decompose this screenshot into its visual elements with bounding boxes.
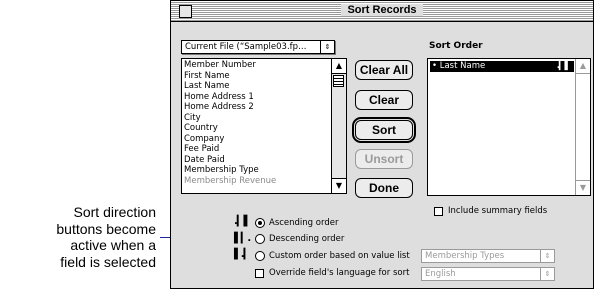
sort-button[interactable]: Sort — [352, 117, 416, 143]
list-item[interactable]: Country — [184, 123, 330, 134]
override-language-label: Override field's language for sort — [269, 268, 410, 278]
descending-label: Descending order — [269, 234, 345, 244]
popup-arrows-icon: ⇕ — [540, 268, 554, 280]
callout-line-1: Sort direction — [73, 204, 156, 220]
sort-records-dialog: Sort Records Current File (“Sample03.fp…… — [170, 0, 594, 289]
custom-order-label: Custom order based on value list — [269, 251, 410, 261]
scroll-up-icon: ▲ — [576, 59, 590, 74]
popup-arrows-icon: ⇕ — [540, 250, 554, 262]
scroll-down-icon[interactable]: ▼ — [332, 178, 346, 193]
list-item[interactable]: Home Address 1 — [184, 92, 330, 103]
scroll-thumb[interactable] — [333, 75, 344, 87]
unsort-button[interactable]: Unsort — [355, 149, 413, 169]
value-list-popup-value: Membership Types — [425, 251, 505, 261]
title-bar[interactable]: Sort Records — [171, 1, 593, 22]
language-popup[interactable]: English ⇕ — [421, 267, 555, 281]
callout-line-2: buttons become — [56, 220, 156, 237]
sort-order-heading: Sort Order — [429, 41, 483, 51]
file-popup[interactable]: Current File (“Sample03.fp… ⇕ — [181, 40, 335, 54]
callout-line-4: field is selected — [60, 253, 156, 270]
callout-text: Sort direction buttons become active whe… — [0, 204, 156, 270]
list-item[interactable]: Home Address 2 — [184, 102, 330, 113]
include-summary-checkbox[interactable] — [434, 207, 443, 216]
value-list-popup[interactable]: Membership Types ⇕ — [421, 249, 555, 263]
list-item[interactable]: Membership Revenue — [184, 176, 330, 187]
scroll-up-icon[interactable]: ▲ — [332, 59, 346, 74]
scroll-down-icon: ▼ — [576, 180, 590, 195]
language-popup-value: English — [425, 269, 456, 279]
list-item[interactable]: City — [184, 113, 330, 124]
list-item[interactable]: First Name — [184, 71, 330, 82]
field-list[interactable]: Member Number First Name Last Name Home … — [181, 58, 347, 194]
descending-radio[interactable] — [255, 234, 265, 244]
clear-button[interactable]: Clear — [355, 90, 413, 110]
list-item[interactable]: Fee Paid — [184, 144, 330, 155]
ascending-icon: .▎▌ — [234, 216, 251, 227]
callout-line-3: active when a — [70, 237, 156, 253]
clear-all-button[interactable]: Clear All — [355, 60, 413, 80]
sort-row-label: Last Name — [439, 61, 486, 71]
custom-order-radio[interactable] — [255, 251, 265, 261]
sort-order-list[interactable]: • Last Name .▎▌ ▲ ▼ — [427, 58, 591, 196]
include-summary-label: Include summary fields — [448, 206, 548, 216]
list-item[interactable]: Member Number — [184, 60, 330, 71]
sort-order-scrollbar: ▲ ▼ — [575, 59, 590, 195]
popup-arrows-icon: ⇕ — [320, 41, 334, 53]
sort-order-row[interactable]: • Last Name .▎▌ — [430, 61, 574, 72]
descending-icon: ▌▎. — [234, 233, 251, 244]
custom-order-icon: ▌.▎ — [234, 249, 251, 260]
file-popup-value: Current File (“Sample03.fp… — [185, 42, 307, 52]
ascending-direction-icon: .▎▌ — [556, 61, 571, 71]
done-button[interactable]: Done — [355, 178, 413, 198]
list-item[interactable]: Company — [184, 134, 330, 145]
list-item[interactable]: Membership Type — [184, 165, 330, 176]
sort-row-bullet: • — [432, 61, 438, 71]
list-item[interactable]: Last Name — [184, 81, 330, 92]
override-language-checkbox[interactable] — [255, 269, 264, 278]
field-list-scrollbar[interactable]: ▲ ▼ — [331, 59, 346, 193]
list-item[interactable]: Date Paid — [184, 155, 330, 166]
ascending-label: Ascending order — [269, 218, 339, 228]
ascending-radio[interactable] — [255, 218, 265, 228]
dialog-title: Sort Records — [341, 4, 423, 16]
